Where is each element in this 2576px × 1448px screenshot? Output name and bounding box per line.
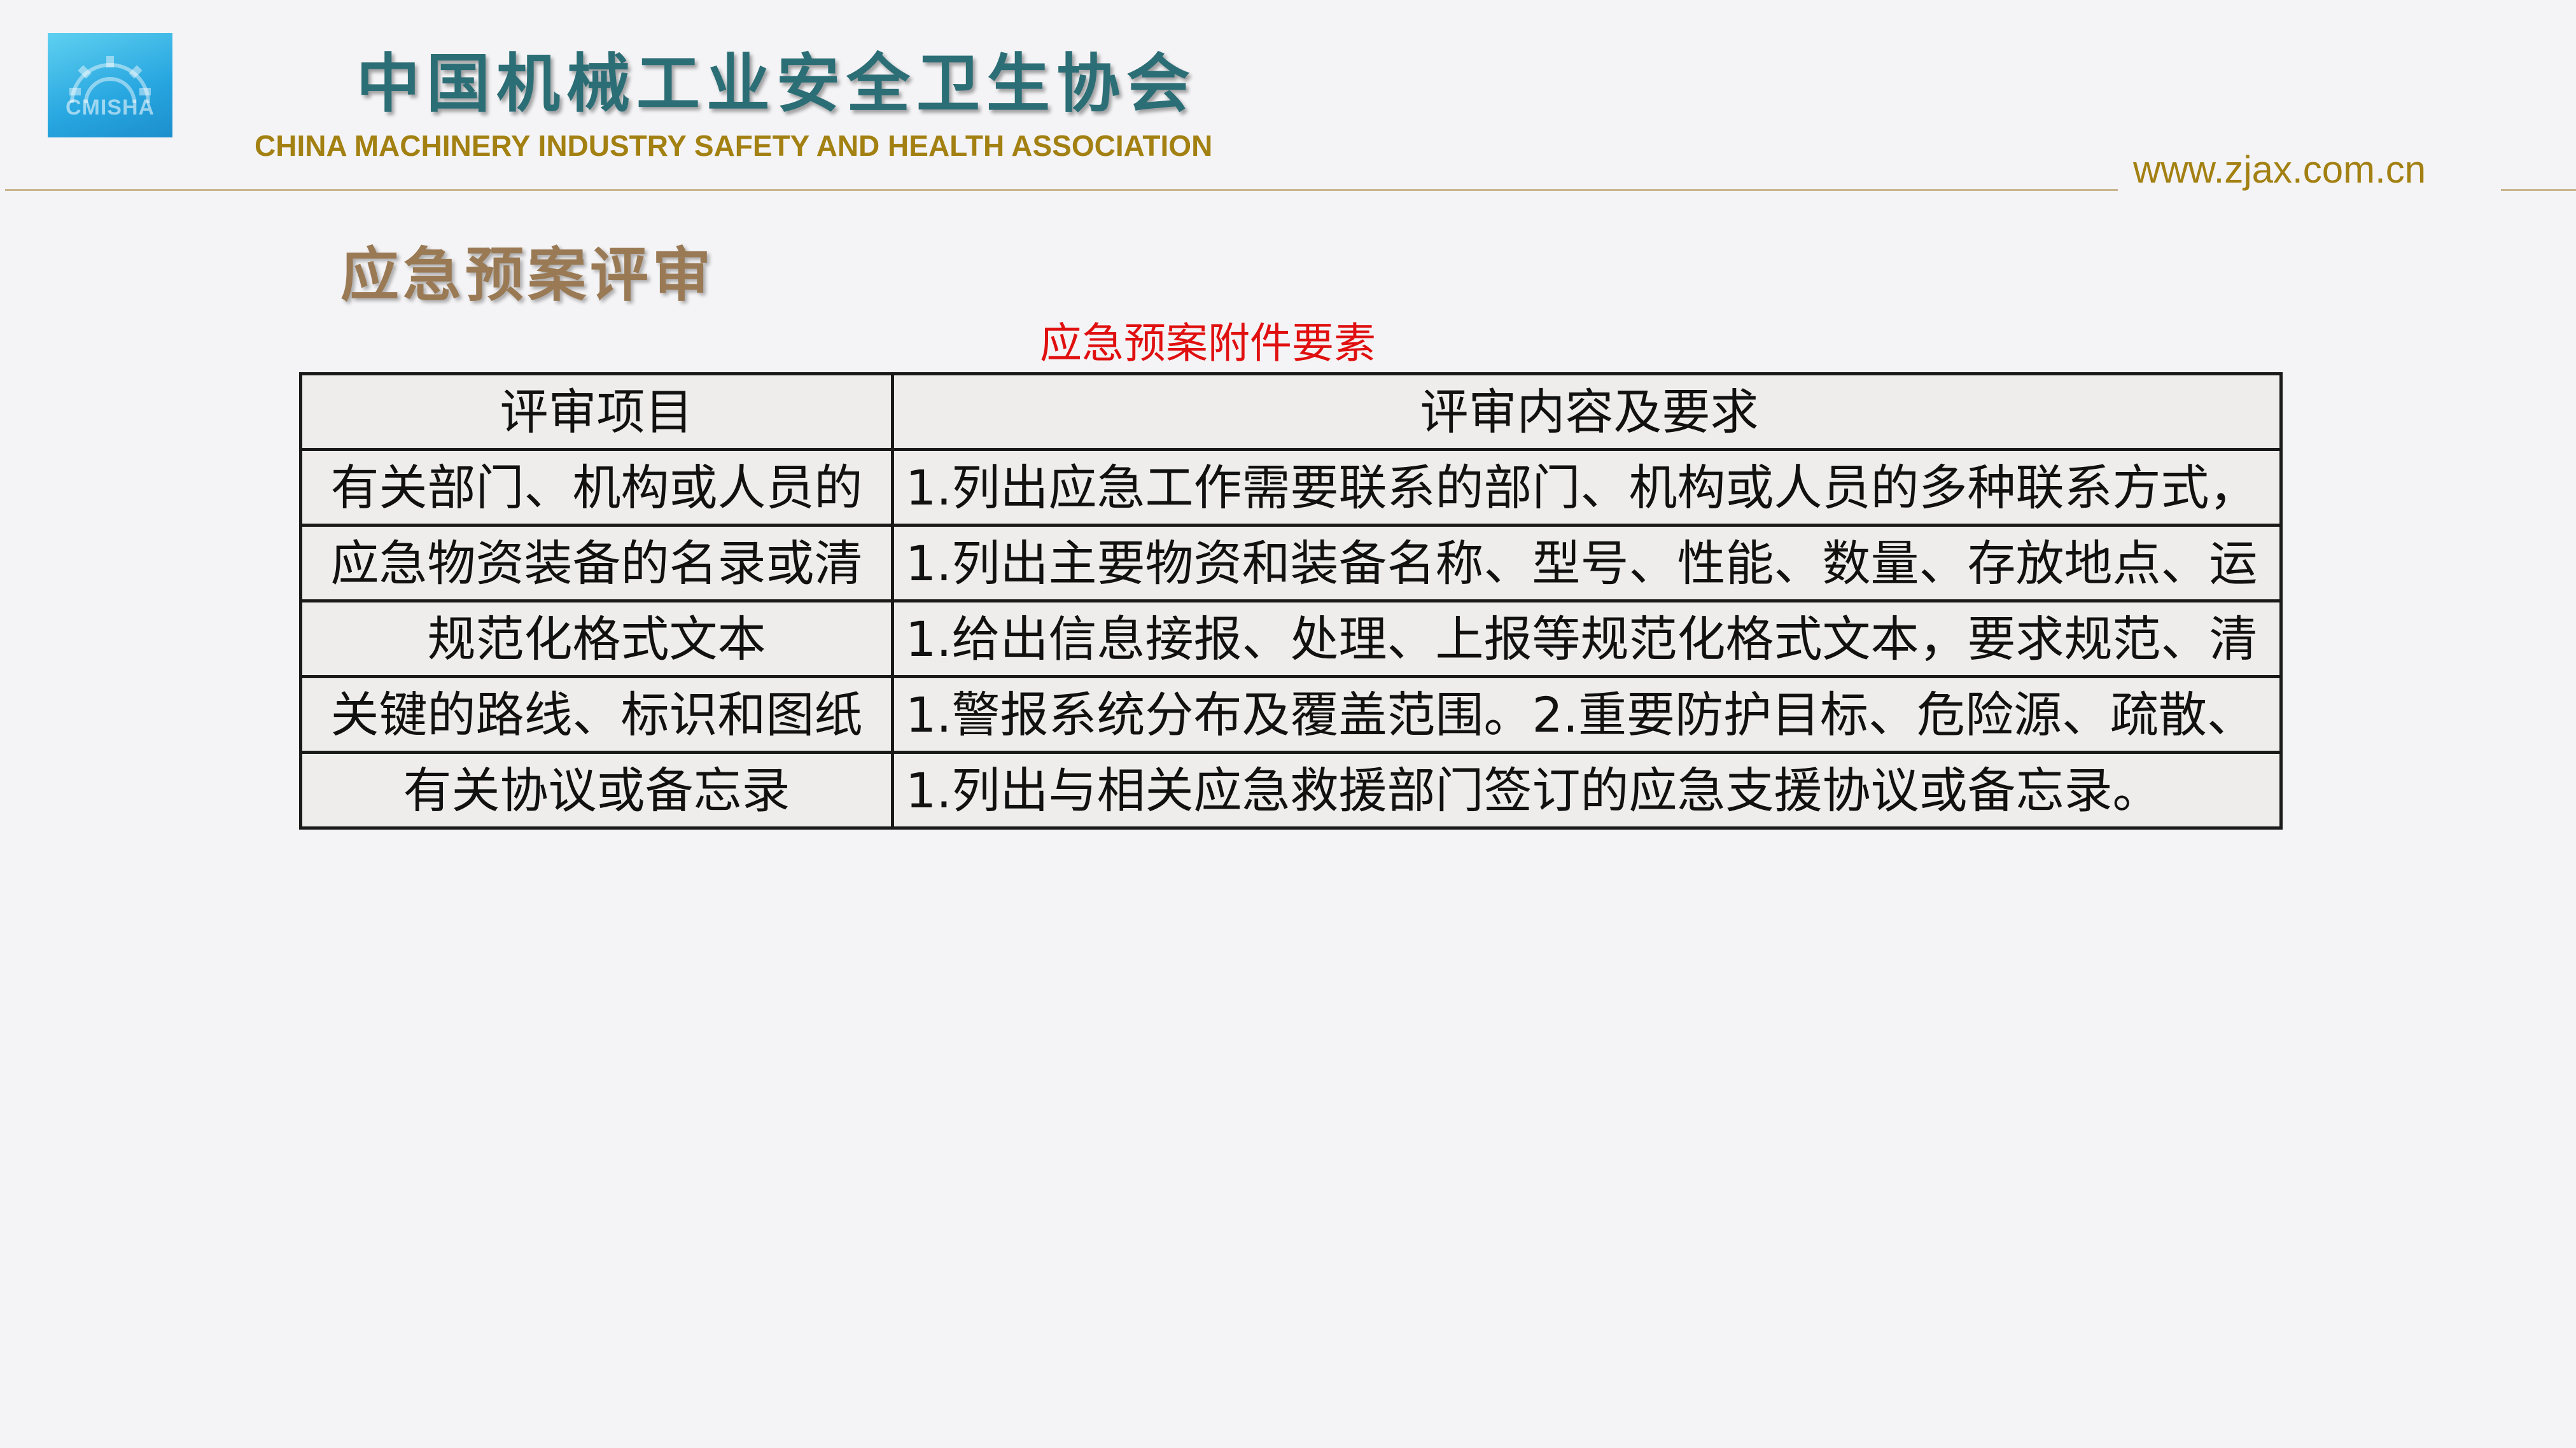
- table-row: 应急物资装备的名录或清单 1.列出主要物资和装备名称、型号、性能、数量、存放地点…: [299, 524, 2283, 602]
- content-text: 1.列出主要物资和装备名称、型号、性能、数量、存放地点、运输和使用条件、管理责任…: [906, 535, 2258, 592]
- table-caption: 应急预案附件要素: [1040, 319, 1376, 368]
- item-text: 规范化格式文本: [427, 611, 766, 667]
- review-table: 评审项目 评审内容及要求 有关部门、机构或人员的联系方式 1.列出应急工作需要联…: [299, 372, 2283, 830]
- cmisha-logo: CMISHA: [48, 33, 172, 137]
- item-cell: 应急物资装备的名录或清单: [299, 524, 894, 602]
- header-divider-right: [2501, 189, 2576, 191]
- item-text: 应急物资装备的名录或清单: [330, 535, 863, 592]
- content-text: 1.列出应急工作需要联系的部门、机构或人员的多种联系方式，并保证准确有效。: [906, 459, 2258, 516]
- header-label: 评审项目: [500, 384, 694, 440]
- item-text: 关键的路线、标识和图纸: [330, 686, 863, 743]
- item-text: 有关协议或备忘录: [403, 762, 790, 819]
- content-cell: 1.列出与相关应急救援部门签订的应急支援协议或备忘录。: [891, 751, 2283, 830]
- table-header-row: 评审项目 评审内容及要求: [299, 372, 2283, 451]
- item-cell: 规范化格式文本: [299, 599, 894, 678]
- header-cell-content: 评审内容及要求: [891, 372, 2283, 451]
- item-cell: 关键的路线、标识和图纸: [299, 675, 894, 754]
- section-title: 应急预案评审: [340, 241, 715, 309]
- table-row: 关键的路线、标识和图纸 1.警报系统分布及覆盖范围。2.重要防护目标、危险源、疏…: [299, 675, 2283, 754]
- logo-text: CMISHA: [65, 95, 155, 120]
- table-row: 有关部门、机构或人员的联系方式 1.列出应急工作需要联系的部门、机构或人员的多种…: [299, 448, 2283, 527]
- content-text: 1.给出信息接报、处理、上报等规范化格式文本，要求规范、清晰、简洁。: [906, 611, 2258, 667]
- content-text: 1.警报系统分布及覆盖范围。2.重要防护目标、危险源、疏散、分布图。: [906, 686, 2256, 743]
- header-cell-item: 评审项目: [299, 372, 894, 451]
- table-row: 有关协议或备忘录 1.列出与相关应急救援部门签订的应急支援协议或备忘录。: [299, 751, 2283, 830]
- content-cell: 1.列出主要物资和装备名称、型号、性能、数量、存放地点、运输和使用条件、管理责任…: [891, 524, 2283, 602]
- item-cell: 有关协议或备忘录: [299, 751, 894, 830]
- content-cell: 1.警报系统分布及覆盖范围。2.重要防护目标、危险源、疏散、分布图。: [891, 675, 2283, 754]
- content-cell: 1.列出应急工作需要联系的部门、机构或人员的多种联系方式，并保证准确有效。: [891, 448, 2283, 527]
- header-divider-left: [5, 189, 2118, 191]
- content-cell: 1.给出信息接报、处理、上报等规范化格式文本，要求规范、清晰、简洁。: [891, 599, 2283, 678]
- website-url[interactable]: www.zjax.com.cn: [2133, 148, 2426, 191]
- header-label: 评审内容及要求: [1420, 384, 1759, 440]
- item-text: 有关部门、机构或人员的联系方式: [330, 459, 863, 516]
- table-row: 规范化格式文本 1.给出信息接报、处理、上报等规范化格式文本，要求规范、清晰、简…: [299, 599, 2283, 678]
- content-text: 1.列出与相关应急救援部门签订的应急支援协议或备忘录。: [906, 762, 2161, 819]
- association-title-en: CHINA MACHINERY INDUSTRY SAFETY AND HEAL…: [255, 129, 1213, 162]
- gear-icon: [69, 56, 151, 104]
- item-cell: 有关部门、机构或人员的联系方式: [299, 448, 894, 527]
- association-title-cn: 中国机械工业安全卫生协会: [356, 46, 1196, 121]
